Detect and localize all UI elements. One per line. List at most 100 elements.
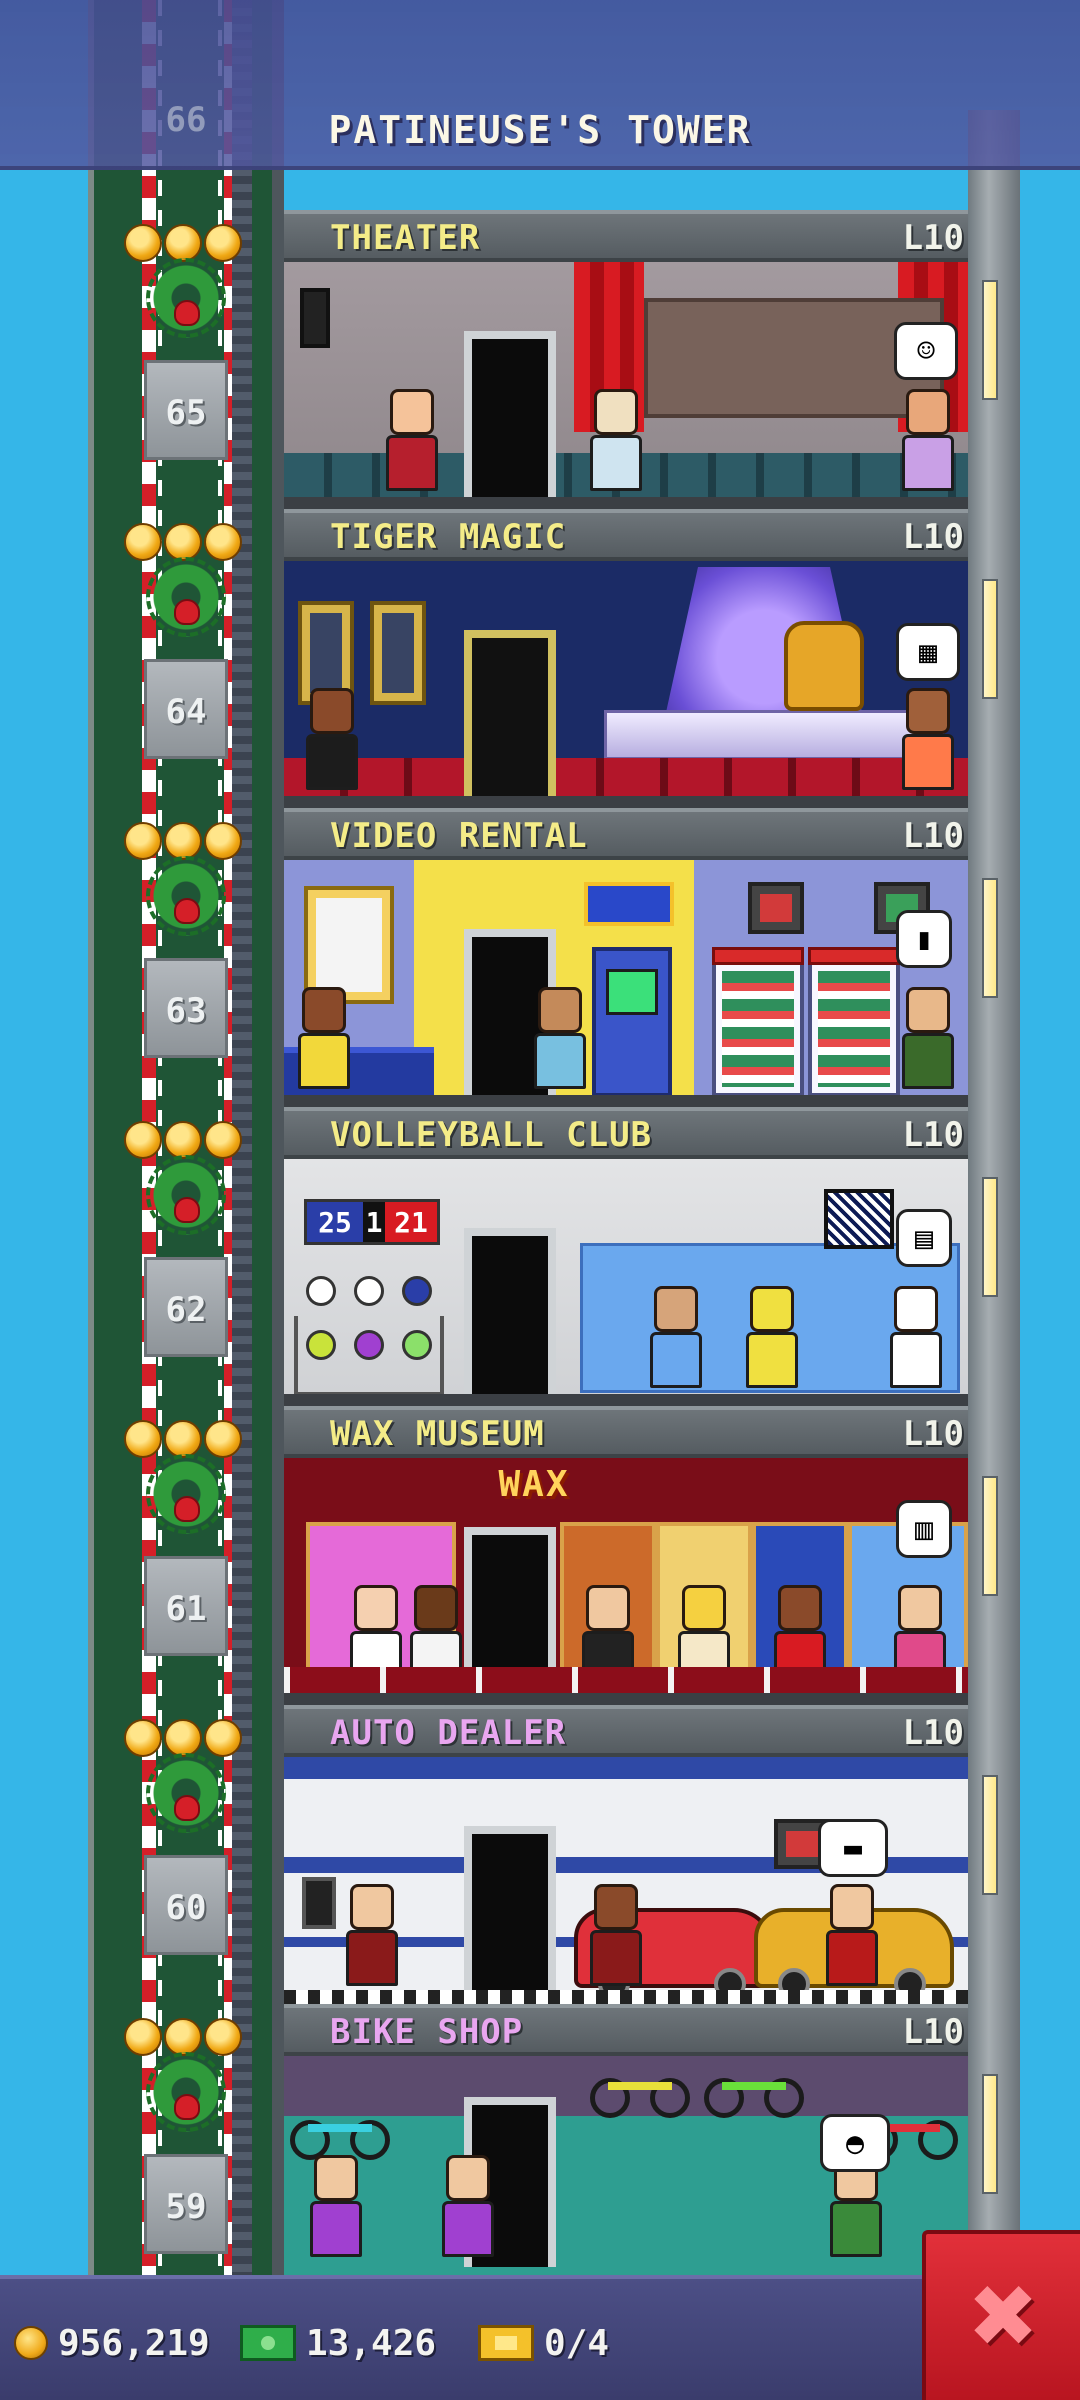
star-icon xyxy=(204,822,242,860)
bitizen-body xyxy=(310,2201,362,2257)
volleyball-room: 25 1 21 ▤ xyxy=(284,1159,968,1406)
audience-seats xyxy=(284,758,968,798)
poster-inner xyxy=(316,898,382,992)
bitizen[interactable] xyxy=(740,1286,804,1396)
floor-bike-shop[interactable]: BIKE SHOP L10 ◓ xyxy=(284,2004,968,2275)
shaft-row-65[interactable]: 65 xyxy=(88,210,278,509)
bitizen-body xyxy=(746,1332,798,1388)
bow-icon xyxy=(174,300,200,326)
tickets-display[interactable]: 0/4 xyxy=(478,2321,609,2365)
bitizen[interactable] xyxy=(584,1884,648,1994)
bitizen[interactable] xyxy=(528,987,592,1097)
bitizen[interactable] xyxy=(304,2155,368,2265)
bitizen-body xyxy=(306,734,358,790)
wreath-icon xyxy=(146,258,226,338)
star-icon xyxy=(164,1719,202,1757)
bitizen-head xyxy=(538,987,582,1033)
picture-frame-inner xyxy=(382,613,414,693)
star-icon xyxy=(124,1719,162,1757)
star-icon xyxy=(124,224,162,262)
shaft-row-63[interactable]: 63 xyxy=(88,808,278,1107)
room-floor xyxy=(284,497,968,509)
shaft-row-59[interactable]: 59 xyxy=(88,2004,278,2275)
floor-label-bar: WAX MUSEUM L10 xyxy=(284,1406,968,1458)
close-button[interactable]: ✖ xyxy=(922,2230,1080,2400)
bitizen-head xyxy=(906,389,950,435)
bitizen[interactable] xyxy=(340,1884,404,1994)
bitizen-head xyxy=(906,688,950,734)
bitizen[interactable] xyxy=(436,2155,500,2265)
bitizen-body xyxy=(534,1033,586,1089)
shaft-row-61[interactable]: 61 xyxy=(88,1406,278,1705)
floor-tiger-magic[interactable]: TIGER MAGIC L10 ▦ xyxy=(284,509,968,808)
star-icon xyxy=(204,1121,242,1159)
top-bar: 66 PATINEUSE'S TOWER xyxy=(0,0,1080,170)
bitizen[interactable] xyxy=(292,987,356,1097)
bitizen[interactable] xyxy=(896,389,960,499)
floor-volleyball-club[interactable]: VOLLEYBALL CLUB L10 25 1 21 ▤ xyxy=(284,1107,968,1406)
bitizen[interactable] xyxy=(644,1286,708,1396)
floor-level: L10 xyxy=(902,218,964,258)
video-tape-icon[interactable]: ▮ xyxy=(896,910,952,968)
arcade-screen xyxy=(606,969,658,1015)
wreath-icon xyxy=(146,1454,226,1534)
bitizen[interactable] xyxy=(820,1884,884,1994)
clapper-icon[interactable]: ▦ xyxy=(896,623,960,681)
bitizen[interactable] xyxy=(300,688,364,798)
velvet-rope xyxy=(284,1667,968,1695)
bitizen-head xyxy=(586,1585,630,1631)
bux-display[interactable]: 13,426 xyxy=(240,2321,436,2365)
coins-display[interactable]: 956,219 xyxy=(14,2321,210,2365)
picture-frame-inner xyxy=(310,613,342,693)
floor-video-rental[interactable]: VIDEO RENTAL L10 ▮ xyxy=(284,808,968,1107)
floor-level: L10 xyxy=(902,1414,964,1454)
floor-level: L10 xyxy=(902,517,964,557)
video-shelf xyxy=(808,947,900,1097)
floor-door xyxy=(464,1826,556,1996)
bike-icon xyxy=(704,2074,804,2118)
wax-ticket-icon[interactable]: ▥ xyxy=(896,1500,952,1558)
bitizen[interactable] xyxy=(380,389,444,499)
floor-auto-dealer[interactable]: AUTO DEALER L10 ▬ xyxy=(284,1705,968,2004)
floor-level: L10 xyxy=(902,1115,964,1155)
bitizen-head xyxy=(350,1884,394,1930)
bitizen-head xyxy=(314,2155,358,2201)
bitizen-head xyxy=(594,389,638,435)
star-icon xyxy=(164,523,202,561)
star-icon xyxy=(124,523,162,561)
ball-icon xyxy=(402,1276,432,1306)
floor-wax-museum[interactable]: WAX MUSEUM L10 WAX ▥ xyxy=(284,1406,968,1705)
floor-level: L10 xyxy=(902,816,964,856)
bitizen[interactable] xyxy=(896,688,960,798)
scoreboard-icon[interactable]: ▤ xyxy=(896,1209,952,1267)
bitizen[interactable] xyxy=(884,1286,948,1396)
bike-frame xyxy=(722,2082,786,2090)
bitizen[interactable] xyxy=(896,987,960,1097)
helmet-icon[interactable]: ◓ xyxy=(820,2114,890,2172)
bitizen-body xyxy=(902,734,954,790)
floor-name: WAX MUSEUM xyxy=(330,1414,545,1454)
star-icon xyxy=(124,822,162,860)
star-icon xyxy=(164,2018,202,2056)
happy-face-icon[interactable]: ☺ xyxy=(894,322,958,380)
bike-shop-room: ◓ xyxy=(284,2056,968,2275)
floor-name: THEATER xyxy=(330,218,481,258)
resource-hud: 956,219 13,426 0/4 xyxy=(0,2275,1080,2400)
bike-icon xyxy=(290,2116,390,2160)
bow-icon xyxy=(174,599,200,625)
floor-name: VOLLEYBALL CLUB xyxy=(330,1115,653,1155)
window-slot xyxy=(982,2074,998,2194)
bitizen[interactable] xyxy=(584,389,648,499)
shaft-row-64[interactable]: 64 xyxy=(88,509,278,808)
car-icon[interactable]: ▬ xyxy=(818,1819,888,1877)
bitizen-head xyxy=(354,1585,398,1631)
shaft-row-60[interactable]: 60 xyxy=(88,1705,278,2004)
bitizen-head xyxy=(894,1286,938,1332)
star-icon xyxy=(164,224,202,262)
floor-theater[interactable]: THEATER L10 ☺ xyxy=(284,210,968,509)
floor-door xyxy=(464,331,556,501)
shaft-row-62[interactable]: 62 xyxy=(88,1107,278,1406)
window-slot xyxy=(982,280,998,400)
checkered-floor xyxy=(284,1990,968,2004)
star-icon xyxy=(164,1121,202,1159)
